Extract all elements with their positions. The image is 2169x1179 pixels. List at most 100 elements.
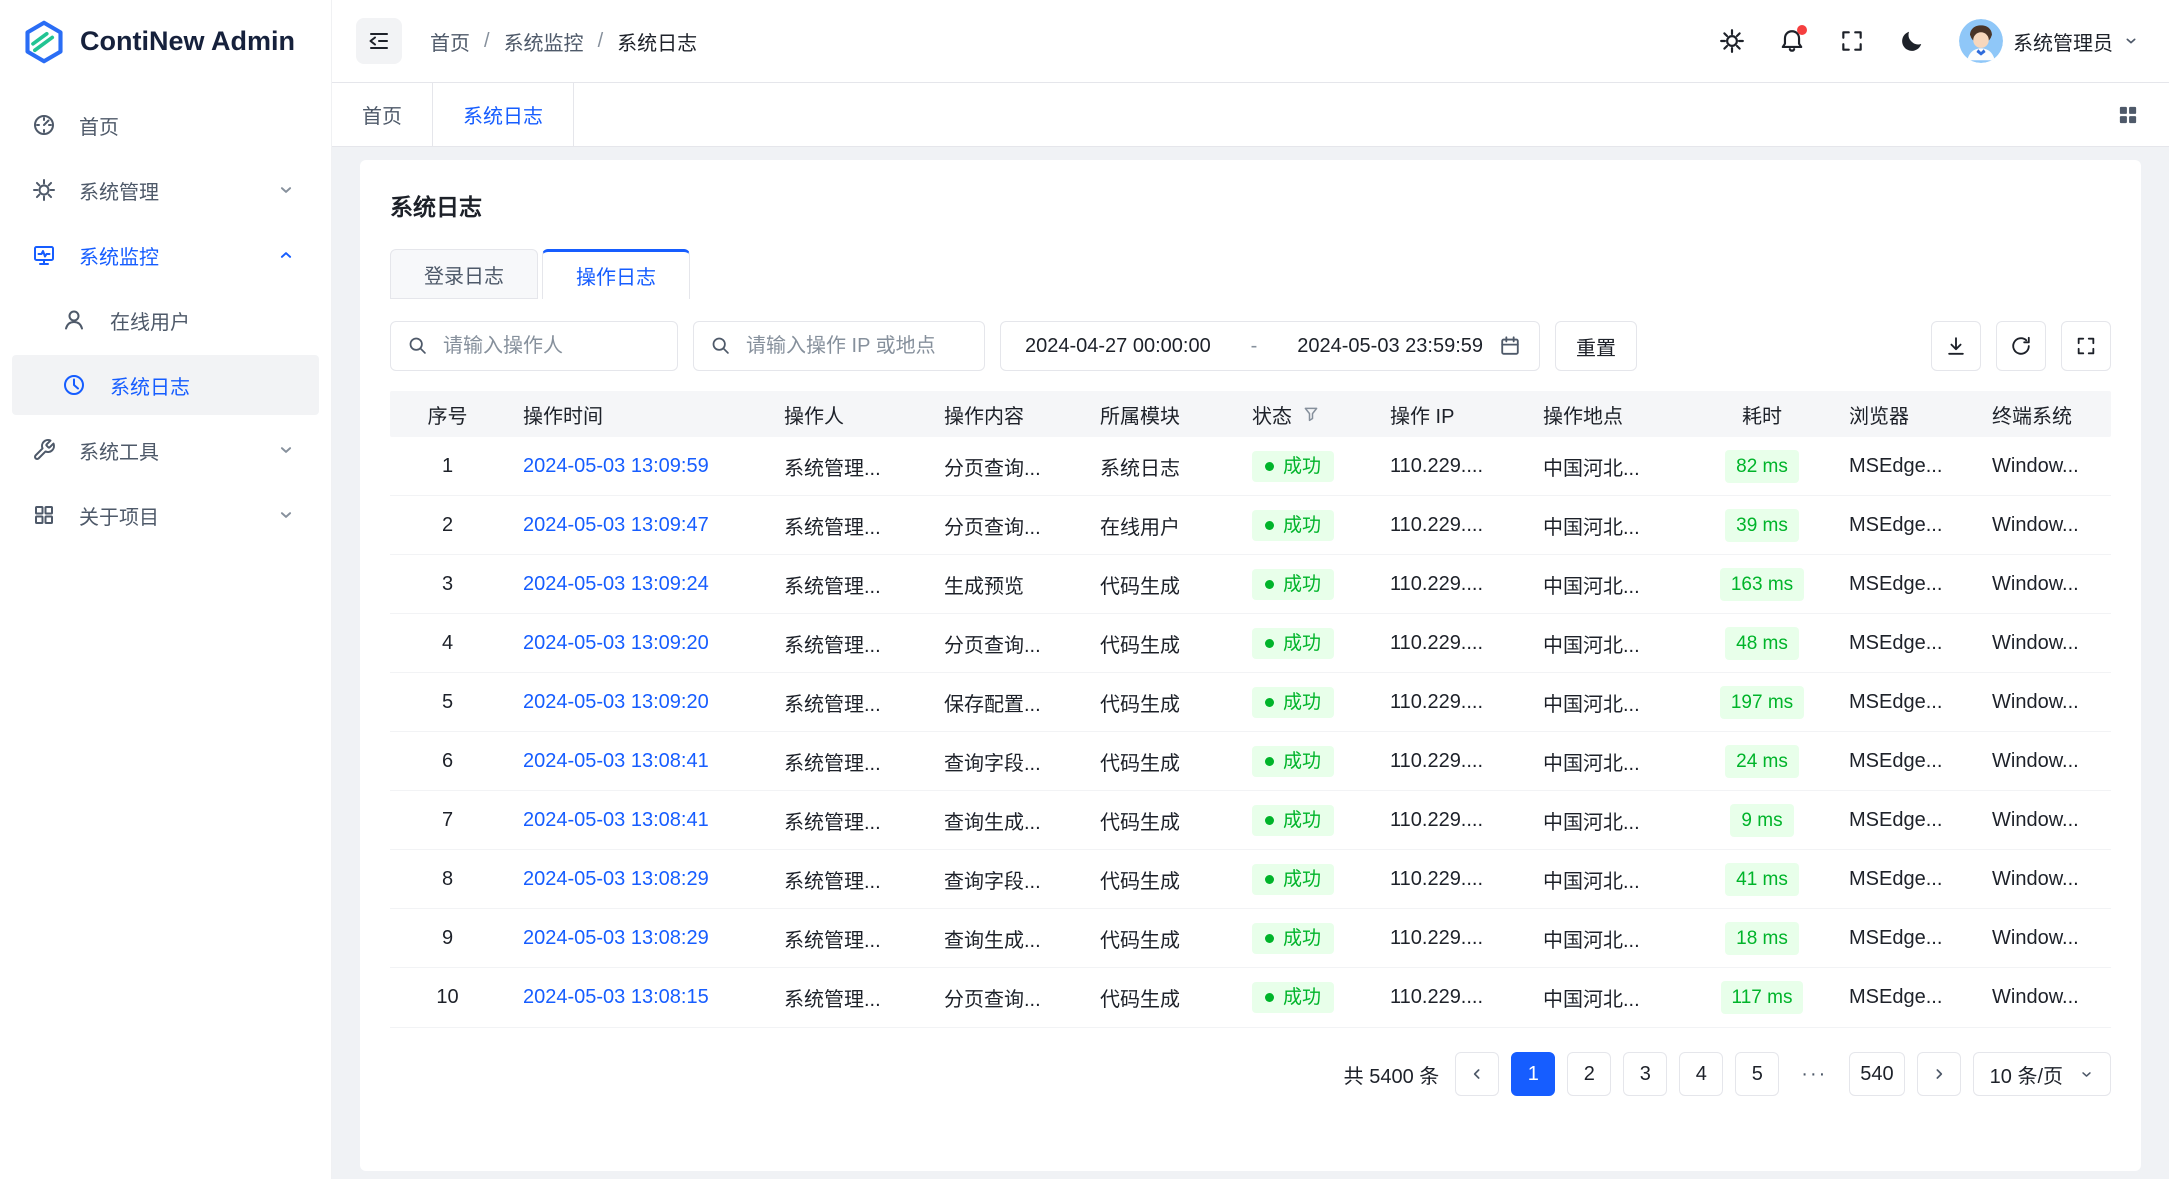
refresh-button[interactable] — [1996, 321, 2046, 371]
time-link[interactable]: 2024-05-03 13:08:29 — [523, 868, 709, 890]
time-link[interactable]: 2024-05-03 13:08:15 — [523, 986, 709, 1008]
cell-ip: 110.229.... — [1372, 927, 1525, 950]
page-size-select[interactable]: 10 条/页 — [1973, 1052, 2111, 1096]
cell-location: 中国河北... — [1525, 570, 1693, 599]
reset-button[interactable]: 重置 — [1555, 321, 1637, 371]
cell-os: Window... — [1974, 632, 2111, 655]
time-link[interactable]: 2024-05-03 13:09:24 — [523, 573, 709, 595]
tab-actions-button[interactable] — [2115, 102, 2141, 128]
cell-time: 2024-05-03 13:09:20 — [505, 691, 766, 714]
prev-page-button[interactable] — [1455, 1052, 1499, 1096]
cell-status: 成功 — [1234, 687, 1372, 718]
cell-status: 成功 — [1234, 982, 1372, 1013]
time-link[interactable]: 2024-05-03 13:09:20 — [523, 691, 709, 713]
ip-search-input[interactable] — [693, 321, 985, 371]
filter-bar: 2024-04-27 00:00:00 - 2024-05-03 23:59:5… — [390, 321, 2111, 371]
page-button-2[interactable]: 2 — [1567, 1052, 1611, 1096]
breadcrumb-home[interactable]: 首页 — [430, 27, 470, 56]
cell-status: 成功 — [1234, 510, 1372, 541]
sidebar-item-system-management[interactable]: 系统管理 — [12, 160, 319, 220]
time-link[interactable]: 2024-05-03 13:08:41 — [523, 809, 709, 831]
next-page-button[interactable] — [1917, 1052, 1961, 1096]
cell-time: 2024-05-03 13:09:47 — [505, 514, 766, 537]
sidebar-item-system-monitor[interactable]: 系统监控 — [12, 225, 319, 285]
cell-location: 中国河北... — [1525, 688, 1693, 717]
page-button-5[interactable]: 5 — [1735, 1052, 1779, 1096]
breadcrumb-separator: / — [484, 30, 490, 53]
status-dot — [1265, 639, 1274, 648]
date-end: 2024-05-03 23:59:59 — [1297, 335, 1483, 358]
download-icon — [1945, 335, 1967, 357]
table-row: 62024-05-03 13:08:41系统管理...查询字段...代码生成成功… — [390, 732, 2111, 791]
status-filter-icon[interactable] — [1302, 405, 1320, 423]
time-link[interactable]: 2024-05-03 13:09:20 — [523, 632, 709, 654]
app-logo[interactable]: ContiNew Admin — [0, 0, 331, 83]
cell-os: Window... — [1974, 868, 2111, 891]
page-tab-system-logs[interactable]: 系统日志 — [433, 83, 574, 146]
main-column: 首页 / 系统监控 / 系统日志 系统管理员 — [332, 0, 2169, 1179]
date-start: 2024-04-27 00:00:00 — [1025, 335, 1211, 358]
page-button-1[interactable]: 1 — [1511, 1052, 1555, 1096]
duration-badge: 24 ms — [1725, 745, 1799, 778]
cell-duration: 18 ms — [1693, 922, 1831, 955]
table-fullscreen-button[interactable] — [2061, 321, 2111, 371]
time-link[interactable]: 2024-05-03 13:08:29 — [523, 927, 709, 949]
tab-operation-logs[interactable]: 操作日志 — [542, 249, 690, 299]
cell-location: 中国河北... — [1525, 629, 1693, 658]
settings-button[interactable] — [1719, 28, 1745, 54]
cell-time: 2024-05-03 13:09:20 — [505, 632, 766, 655]
cell-location: 中国河北... — [1525, 452, 1693, 481]
col-header-location: 操作地点 — [1525, 400, 1693, 429]
page-button-3[interactable]: 3 — [1623, 1052, 1667, 1096]
sidebar-item-home[interactable]: 首页 — [12, 95, 319, 155]
breadcrumb-system-monitor[interactable]: 系统监控 — [504, 27, 584, 56]
duration-badge: 163 ms — [1720, 568, 1804, 601]
tab-login-logs[interactable]: 登录日志 — [390, 249, 538, 299]
export-button[interactable] — [1931, 321, 1981, 371]
status-badge: 成功 — [1252, 864, 1334, 895]
page-ellipsis-button[interactable]: ··· — [1791, 1052, 1837, 1096]
cell-duration: 163 ms — [1693, 568, 1831, 601]
cell-duration: 41 ms — [1693, 863, 1831, 896]
content-area: 系统日志 登录日志 操作日志 2024-04-27 00:00:00 - 202… — [332, 147, 2169, 1179]
page-tabs-bar: 首页 系统日志 — [332, 83, 2169, 147]
cell-browser: MSEdge... — [1831, 750, 1974, 773]
time-link[interactable]: 2024-05-03 13:09:59 — [523, 455, 709, 477]
cell-duration: 197 ms — [1693, 686, 1831, 719]
date-range-picker[interactable]: 2024-04-27 00:00:00 - 2024-05-03 23:59:5… — [1000, 321, 1540, 371]
pagination: 共 5400 条 12345···540 10 条/页 — [390, 1052, 2111, 1096]
col-header-status-label: 状态 — [1252, 400, 1292, 429]
cell-os: Window... — [1974, 573, 2111, 596]
cell-content: 分页查询... — [926, 629, 1082, 658]
fullscreen-button[interactable] — [1839, 28, 1865, 54]
user-menu[interactable]: 系统管理员 — [1959, 19, 2139, 63]
sidebar-collapse-button[interactable] — [356, 18, 402, 64]
time-link[interactable]: 2024-05-03 13:09:47 — [523, 514, 709, 536]
time-link[interactable]: 2024-05-03 13:08:41 — [523, 750, 709, 772]
sidebar-item-system-logs[interactable]: 系统日志 — [12, 355, 319, 415]
col-header-ip: 操作 IP — [1372, 400, 1525, 429]
duration-badge: 39 ms — [1725, 509, 1799, 542]
page-button-4[interactable]: 4 — [1679, 1052, 1723, 1096]
cell-index: 1 — [390, 455, 505, 478]
sidebar-item-about-project[interactable]: 关于项目 — [12, 485, 319, 545]
dark-mode-button[interactable] — [1899, 28, 1925, 54]
operator-search-input[interactable] — [390, 321, 678, 371]
cell-module: 系统日志 — [1082, 452, 1234, 481]
page-button-540[interactable]: 540 — [1849, 1052, 1904, 1096]
sidebar-item-label: 首页 — [79, 111, 119, 140]
sidebar-item-system-tools[interactable]: 系统工具 — [12, 420, 319, 480]
cell-operator: 系统管理... — [766, 629, 926, 658]
col-header-module: 所属模块 — [1082, 400, 1234, 429]
sidebar: ContiNew Admin 首页 系统管理 系统监控 在线用户 系统日志 系统… — [0, 0, 332, 1179]
cell-ip: 110.229.... — [1372, 809, 1525, 832]
page-tab-home[interactable]: 首页 — [332, 83, 433, 146]
cell-content: 查询生成... — [926, 806, 1082, 835]
status-badge: 成功 — [1252, 805, 1334, 836]
cell-index: 10 — [390, 986, 505, 1009]
notifications-button[interactable] — [1779, 28, 1805, 54]
sidebar-item-online-users[interactable]: 在线用户 — [12, 290, 319, 350]
avatar — [1959, 19, 2003, 63]
cell-ip: 110.229.... — [1372, 455, 1525, 478]
cell-time: 2024-05-03 13:09:24 — [505, 573, 766, 596]
